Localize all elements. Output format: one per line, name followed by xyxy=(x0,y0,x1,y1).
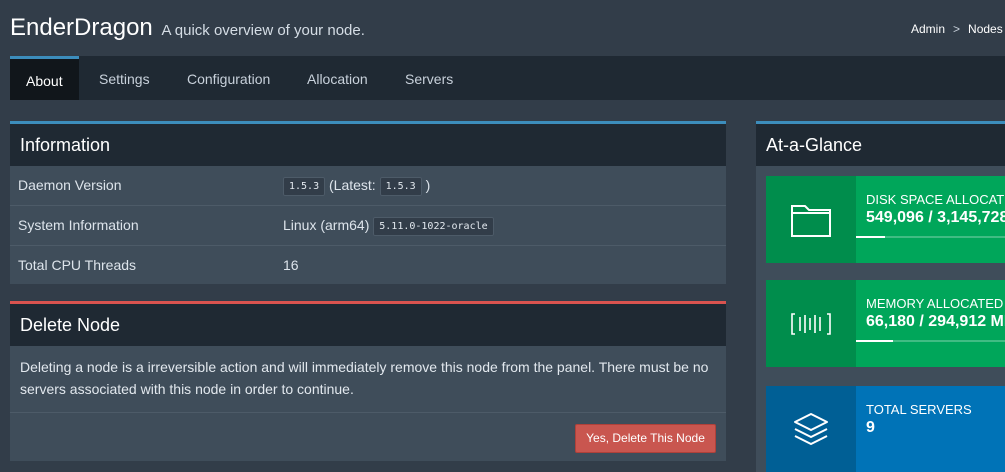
node-tabs: About Settings Configuration Allocation … xyxy=(10,56,1005,100)
latest-version-code: 1.5.3 xyxy=(379,177,422,196)
tab-configuration[interactable]: Configuration xyxy=(171,56,286,100)
tab-settings[interactable]: Settings xyxy=(83,56,166,100)
daemon-version-code: 1.5.3 xyxy=(283,177,326,196)
disk-space-body: DISK SPACE ALLOCATED 549,096 / 3,145,728… xyxy=(856,176,1005,263)
disk-space-progress xyxy=(856,236,1005,238)
tab-allocation[interactable]: Allocation xyxy=(291,56,384,100)
content-header: EnderDragon A quick overview of your nod… xyxy=(0,0,1005,56)
at-a-glance-box: At-a-Glance DISK SPACE ALLOCATED 549,096… xyxy=(756,121,1005,472)
layers-icon xyxy=(766,386,856,472)
total-servers-card: TOTAL SERVERS 9 xyxy=(766,386,1005,472)
information-box: Information Daemon Version 1.5.3 (Latest… xyxy=(10,121,726,284)
total-servers-value: 9 xyxy=(866,419,875,436)
memory-progress xyxy=(856,340,1005,342)
breadcrumb-nodes[interactable]: Nodes xyxy=(968,22,1003,36)
page-title: EnderDragon A quick overview of your nod… xyxy=(10,14,365,42)
delete-node-box: Delete Node Deleting a node is a irrever… xyxy=(10,301,726,461)
delete-node-footer: Yes, Delete This Node xyxy=(10,412,726,461)
total-servers-body: TOTAL SERVERS 9 xyxy=(856,386,1005,472)
system-information-value: Linux (arm64) 5.11.0-1022-oracle xyxy=(283,206,494,246)
latest-prefix: (Latest: xyxy=(329,177,376,193)
delete-node-warning: Deleting a node is a irreversible action… xyxy=(20,359,709,397)
cpu-threads-row: Total CPU Threads 16 xyxy=(10,246,726,286)
tab-about[interactable]: About xyxy=(10,56,79,100)
disk-space-label: DISK SPACE ALLOCATED xyxy=(866,192,1005,207)
disk-space-progress-fill xyxy=(856,236,885,238)
kernel-code: 5.11.0-1022-oracle xyxy=(373,217,494,236)
system-information-label: System Information xyxy=(18,217,139,233)
cpu-threads-value: 16 xyxy=(283,257,299,273)
disk-space-value: 549,096 / 3,145,728 MB xyxy=(866,209,1005,226)
node-name: EnderDragon xyxy=(10,14,153,41)
at-a-glance-title: At-a-Glance xyxy=(756,124,1005,166)
daemon-version-value: 1.5.3 (Latest: 1.5.3 ) xyxy=(283,166,430,206)
tab-servers[interactable]: Servers xyxy=(389,56,469,100)
memory-label: MEMORY ALLOCATED xyxy=(866,296,1004,311)
folder-icon xyxy=(766,176,856,263)
disk-space-card: DISK SPACE ALLOCATED 549,096 / 3,145,728… xyxy=(766,176,1005,263)
total-servers-label: TOTAL SERVERS xyxy=(866,402,972,417)
page-subtitle: A quick overview of your node. xyxy=(161,22,365,39)
breadcrumb-separator: > xyxy=(953,22,961,36)
daemon-version-row: Daemon Version 1.5.3 (Latest: 1.5.3 ) xyxy=(10,166,726,206)
memory-progress-fill xyxy=(856,340,894,342)
node-view-page: EnderDragon A quick overview of your nod… xyxy=(0,0,1005,472)
information-title: Information xyxy=(10,124,726,166)
daemon-version-label: Daemon Version xyxy=(18,177,122,193)
os-text: Linux (arm64) xyxy=(283,217,370,233)
latest-suffix: ) xyxy=(425,177,431,193)
cpu-threads-label: Total CPU Threads xyxy=(18,257,137,273)
breadcrumb-admin[interactable]: Admin xyxy=(911,22,945,36)
memory-card: MEMORY ALLOCATED 66,180 / 294,912 MB xyxy=(766,280,1005,367)
delete-node-title: Delete Node xyxy=(10,304,726,346)
memory-value: 66,180 / 294,912 MB xyxy=(866,313,1005,330)
system-information-row: System Information Linux (arm64) 5.11.0-… xyxy=(10,206,726,246)
memory-body: MEMORY ALLOCATED 66,180 / 294,912 MB xyxy=(856,280,1005,367)
delete-node-button[interactable]: Yes, Delete This Node xyxy=(575,424,716,453)
memory-icon xyxy=(766,280,856,367)
breadcrumb: Admin > Nodes xyxy=(911,22,1003,36)
